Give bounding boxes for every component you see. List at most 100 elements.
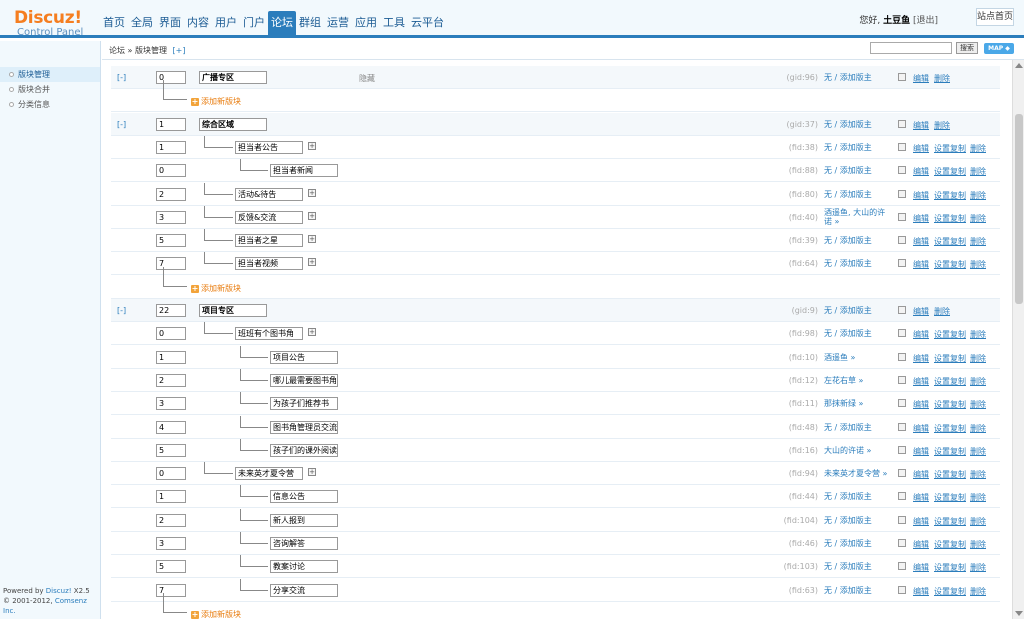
breadcrumb-add-link[interactable]: [+] [173, 46, 186, 55]
display-order-input[interactable] [156, 211, 186, 224]
moderator-link[interactable]: 无 / 添加版主 [824, 306, 890, 315]
moderator-link[interactable]: 无 / 添加版主 [824, 143, 890, 152]
forum-name-input[interactable] [235, 234, 303, 247]
edit-link[interactable]: 编辑 [913, 306, 929, 317]
delete-link[interactable]: 删除 [970, 259, 986, 270]
scroll-down-arrow-icon[interactable] [1015, 611, 1023, 616]
edit-link[interactable]: 编辑 [913, 539, 929, 550]
moderator-link[interactable]: 无 / 添加版主 [824, 73, 890, 82]
display-order-input[interactable] [156, 304, 186, 317]
nav-tab-5[interactable]: 门户 [240, 11, 268, 35]
select-checkbox[interactable] [898, 166, 906, 174]
edit-link[interactable]: 编辑 [913, 399, 929, 410]
delete-link[interactable]: 删除 [970, 516, 986, 527]
select-checkbox[interactable] [898, 236, 906, 244]
forum-name-input[interactable] [270, 397, 338, 410]
sidebar-item-0[interactable]: 版块管理 [0, 67, 100, 82]
nav-tab-6[interactable]: 论坛 [268, 11, 296, 35]
add-subforum-icon[interactable]: + [308, 142, 316, 150]
nav-tab-7[interactable]: 群组 [296, 11, 324, 35]
edit-link[interactable]: 编辑 [913, 213, 929, 224]
edit-link[interactable]: 编辑 [913, 143, 929, 154]
copy-settings-link[interactable]: 设置复制 [934, 213, 966, 224]
display-order-input[interactable] [156, 141, 186, 154]
delete-link[interactable]: 删除 [934, 120, 950, 131]
edit-link[interactable]: 编辑 [913, 190, 929, 201]
forum-name-input[interactable] [270, 537, 338, 550]
display-order-input[interactable] [156, 490, 186, 503]
moderator-link[interactable]: 无 / 添加版主 [824, 236, 890, 245]
edit-link[interactable]: 编辑 [913, 446, 929, 457]
delete-link[interactable]: 删除 [970, 586, 986, 597]
delete-link[interactable]: 删除 [970, 213, 986, 224]
add-subforum-icon[interactable]: + [308, 189, 316, 197]
delete-link[interactable]: 删除 [970, 539, 986, 550]
group-name-input[interactable] [199, 118, 267, 131]
select-checkbox[interactable] [898, 539, 906, 547]
moderator-link[interactable]: 无 / 添加版主 [824, 492, 890, 501]
delete-link[interactable]: 删除 [970, 236, 986, 247]
nav-tab-0[interactable]: 首页 [100, 11, 128, 35]
moderator-link[interactable]: 无 / 添加版主 [824, 120, 890, 129]
moderator-link[interactable]: 无 / 添加版主 [824, 423, 890, 432]
search-button[interactable]: 搜索 [956, 42, 978, 54]
nav-tab-9[interactable]: 应用 [352, 11, 380, 35]
edit-link[interactable]: 编辑 [913, 236, 929, 247]
display-order-input[interactable] [156, 164, 186, 177]
delete-link[interactable]: 删除 [970, 469, 986, 480]
select-checkbox[interactable] [898, 586, 906, 594]
edit-link[interactable]: 编辑 [913, 469, 929, 480]
copy-settings-link[interactable]: 设置复制 [934, 376, 966, 387]
powered-by-brand[interactable]: Discuz! [46, 587, 72, 595]
display-order-input[interactable] [156, 327, 186, 340]
moderator-link[interactable]: 酒遥鱼, 大山的许诺 » [824, 208, 890, 226]
nav-tab-10[interactable]: 工具 [380, 11, 408, 35]
select-checkbox[interactable] [898, 329, 906, 337]
add-subforum-icon[interactable]: + [308, 235, 316, 243]
select-checkbox[interactable] [898, 259, 906, 267]
display-order-input[interactable] [156, 421, 186, 434]
add-new-forum-link[interactable]: + 添加新版块 [191, 283, 241, 294]
add-subforum-icon[interactable]: + [308, 328, 316, 336]
select-checkbox[interactable] [898, 446, 906, 454]
select-checkbox[interactable] [898, 190, 906, 198]
copy-settings-link[interactable]: 设置复制 [934, 492, 966, 503]
nav-tab-1[interactable]: 全局 [128, 11, 156, 35]
forum-name-input[interactable] [270, 351, 338, 364]
add-new-forum-link[interactable]: + 添加新版块 [191, 96, 241, 107]
moderator-link[interactable]: 无 / 添加版主 [824, 190, 890, 199]
delete-link[interactable]: 删除 [970, 166, 986, 177]
delete-link[interactable]: 删除 [970, 492, 986, 503]
collapse-toggle[interactable]: [-] [117, 306, 126, 315]
forum-name-input[interactable] [270, 560, 338, 573]
delete-link[interactable]: 删除 [970, 423, 986, 434]
display-order-input[interactable] [156, 560, 186, 573]
copy-settings-link[interactable]: 设置复制 [934, 539, 966, 550]
nav-tab-4[interactable]: 用户 [212, 11, 240, 35]
copy-settings-link[interactable]: 设置复制 [934, 329, 966, 340]
copy-settings-link[interactable]: 设置复制 [934, 562, 966, 573]
forum-name-input[interactable] [270, 421, 338, 434]
forum-name-input[interactable] [270, 374, 338, 387]
nav-tab-3[interactable]: 内容 [184, 11, 212, 35]
moderator-link[interactable]: 那抹新绿 » [824, 399, 890, 408]
display-order-input[interactable] [156, 188, 186, 201]
copy-settings-link[interactable]: 设置复制 [934, 423, 966, 434]
delete-link[interactable]: 删除 [970, 446, 986, 457]
forum-name-input[interactable] [235, 327, 303, 340]
delete-link[interactable]: 删除 [970, 353, 986, 364]
group-name-input[interactable] [199, 304, 267, 317]
copy-settings-link[interactable]: 设置复制 [934, 469, 966, 480]
display-order-input[interactable] [156, 234, 186, 247]
select-checkbox[interactable] [898, 399, 906, 407]
edit-link[interactable]: 编辑 [913, 516, 929, 527]
scroll-up-arrow-icon[interactable] [1015, 63, 1023, 68]
display-order-input[interactable] [156, 467, 186, 480]
display-order-input[interactable] [156, 118, 186, 131]
moderator-link[interactable]: 左花右草 » [824, 376, 890, 385]
add-subforum-icon[interactable]: + [308, 212, 316, 220]
copy-settings-link[interactable]: 设置复制 [934, 516, 966, 527]
moderator-link[interactable]: 酒遥鱼 » [824, 353, 890, 362]
edit-link[interactable]: 编辑 [913, 492, 929, 503]
edit-link[interactable]: 编辑 [913, 562, 929, 573]
